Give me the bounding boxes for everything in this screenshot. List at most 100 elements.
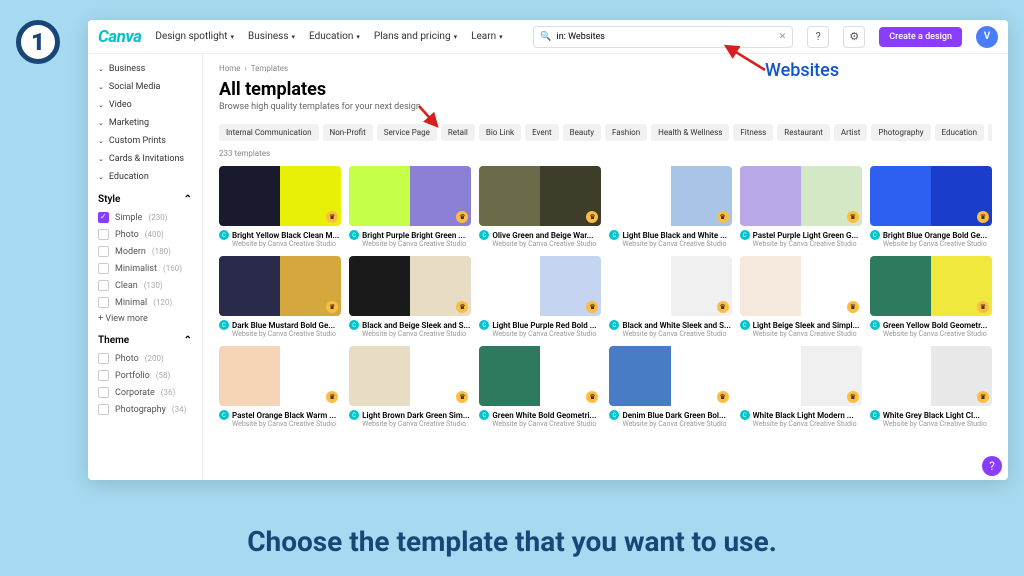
sidebar-category[interactable]: ⌄Business <box>88 60 202 78</box>
template-card[interactable]: ♛CBlack and Beige Sleek and S...Website … <box>349 256 471 338</box>
nav-learn[interactable]: Learn▾ <box>471 31 503 42</box>
filter-chip[interactable]: Non-Profit <box>323 124 373 141</box>
user-avatar[interactable]: V <box>976 26 998 48</box>
template-card[interactable]: ♛CLight Brown Dark Green Sim...Website b… <box>349 346 471 428</box>
template-name: Light Beige Sleek and Simpl... <box>753 321 860 330</box>
template-card[interactable]: ♛CBright Purple Bright Green ...Website … <box>349 166 471 248</box>
sidebar-category[interactable]: ⌄Social Media <box>88 78 202 96</box>
verified-badge-icon: C <box>870 410 880 420</box>
style-section-header[interactable]: Style⌃ <box>88 186 202 209</box>
template-thumbnail: ♛ <box>349 166 471 226</box>
filter-chip[interactable]: Real Estate <box>988 124 992 141</box>
checkbox[interactable] <box>98 263 109 274</box>
template-card[interactable]: ♛CLight Blue Purple Red Bold ...Website … <box>479 256 601 338</box>
sidebar: ⌄Business⌄Social Media⌄Video⌄Marketing⌄C… <box>88 54 203 480</box>
template-card[interactable]: ♛CGreen White Bold Geometri...Website by… <box>479 346 601 428</box>
style-filter[interactable]: Clean (130) <box>88 277 202 294</box>
filter-chip[interactable]: Bio Link <box>479 124 521 141</box>
filter-chip[interactable]: Event <box>525 124 559 141</box>
premium-badge-icon: ♛ <box>847 301 859 313</box>
template-card[interactable]: ♛CBright Blue Orange Bold Ge...Website b… <box>870 166 992 248</box>
help-icon[interactable]: ? <box>807 26 829 48</box>
sidebar-category[interactable]: ⌄Custom Prints <box>88 132 202 150</box>
sidebar-category[interactable]: ⌄Video <box>88 96 202 114</box>
nav-plans[interactable]: Plans and pricing▾ <box>374 31 457 42</box>
template-author: Website by Canva Creative Studio <box>492 330 601 338</box>
template-card[interactable]: ♛CWhite Grey Black Light Cl...Website by… <box>870 346 992 428</box>
checkbox[interactable] <box>98 297 109 308</box>
style-filter[interactable]: Photo (400) <box>88 226 202 243</box>
verified-badge-icon: C <box>479 410 489 420</box>
filter-chip[interactable]: Education <box>935 124 984 141</box>
template-thumbnail: ♛ <box>740 346 862 406</box>
verified-badge-icon: C <box>740 410 750 420</box>
template-card[interactable]: ♛COlive Green and Beige War...Website by… <box>479 166 601 248</box>
template-card[interactable]: ♛CGreen Yellow Bold Geometr...Website by… <box>870 256 992 338</box>
template-card[interactable]: ♛CWhite Black Light Modern ...Website by… <box>740 346 862 428</box>
checkbox[interactable] <box>98 387 109 398</box>
filter-chip[interactable]: Photography <box>871 124 930 141</box>
style-filter[interactable]: Minimal (120) <box>88 294 202 311</box>
sidebar-category[interactable]: ⌄Education <box>88 168 202 186</box>
settings-icon[interactable]: ⚙ <box>843 26 865 48</box>
checkbox[interactable] <box>98 280 109 291</box>
checkbox[interactable] <box>98 353 109 364</box>
checkbox[interactable] <box>98 404 109 415</box>
style-filter[interactable]: Modern (180) <box>88 243 202 260</box>
style-filter[interactable]: Minimalist (160) <box>88 260 202 277</box>
theme-section-header[interactable]: Theme⌃ <box>88 327 202 350</box>
canva-logo[interactable]: Canva <box>98 27 141 47</box>
template-author: Website by Canva Creative Studio <box>753 420 862 428</box>
filter-chip[interactable]: Health & Wellness <box>651 124 729 141</box>
chevron-down-icon: ▾ <box>292 33 296 41</box>
theme-filter[interactable]: Photo (200) <box>88 350 202 367</box>
nav-education[interactable]: Education▾ <box>309 31 360 42</box>
nav-design-spotlight[interactable]: Design spotlight▾ <box>155 31 234 42</box>
template-card[interactable]: ♛CPastel Orange Black Warm ...Website by… <box>219 346 341 428</box>
template-author: Website by Canva Creative Studio <box>753 330 862 338</box>
view-more-button[interactable]: + View more <box>88 311 202 327</box>
filter-chip[interactable]: Fashion <box>605 124 647 141</box>
theme-filter[interactable]: Corporate (36) <box>88 384 202 401</box>
template-author: Website by Canva Creative Studio <box>622 240 731 248</box>
breadcrumb-templates[interactable]: Templates <box>251 64 288 73</box>
create-design-button[interactable]: Create a design <box>879 27 962 47</box>
template-card[interactable]: ♛CDenim Blue Dark Green Bol...Website by… <box>609 346 731 428</box>
filter-chip[interactable]: Beauty <box>563 124 601 141</box>
sidebar-category[interactable]: ⌄Marketing <box>88 114 202 132</box>
template-author: Website by Canva Creative Studio <box>883 330 992 338</box>
filter-chip[interactable]: Retail <box>441 124 475 141</box>
checkbox[interactable] <box>98 246 109 257</box>
template-card[interactable]: ♛CPastel Purple Light Green G...Website … <box>740 166 862 248</box>
help-fab[interactable]: ? <box>982 456 1002 476</box>
template-card[interactable]: ♛CLight Beige Sleek and Simpl...Website … <box>740 256 862 338</box>
filter-chip[interactable]: Fitness <box>733 124 773 141</box>
template-author: Website by Canva Creative Studio <box>883 240 992 248</box>
filter-chip[interactable]: Internal Communication <box>219 124 319 141</box>
template-name: Dark Blue Mustard Bold Ge... <box>232 321 335 330</box>
clear-icon[interactable]: ✕ <box>779 32 787 42</box>
checkbox[interactable] <box>98 212 109 223</box>
template-thumbnail: ♛ <box>349 346 471 406</box>
template-card[interactable]: ♛CDark Blue Mustard Bold Ge...Website by… <box>219 256 341 338</box>
checkbox[interactable] <box>98 370 109 381</box>
template-card[interactable]: ♛CBright Yellow Black Clean M...Website … <box>219 166 341 248</box>
theme-filter[interactable]: Portfolio (58) <box>88 367 202 384</box>
filter-chip[interactable]: Artist <box>834 124 867 141</box>
checkbox[interactable] <box>98 229 109 240</box>
verified-badge-icon: C <box>870 320 880 330</box>
main-content: Home › Templates All templates Browse hi… <box>203 54 1008 480</box>
template-card[interactable]: ♛CLight Blue Black and White ...Website … <box>609 166 731 248</box>
template-name: Green Yellow Bold Geometr... <box>883 321 987 330</box>
sidebar-category[interactable]: ⌄Cards & Invitations <box>88 150 202 168</box>
search-input[interactable] <box>557 32 774 42</box>
chevron-up-icon: ⌃ <box>184 194 192 205</box>
breadcrumb-home[interactable]: Home <box>219 64 241 73</box>
nav-business[interactable]: Business▾ <box>248 31 295 42</box>
template-author: Website by Canva Creative Studio <box>362 240 471 248</box>
template-name: Bright Yellow Black Clean M... <box>232 231 339 240</box>
filter-chip[interactable]: Restaurant <box>777 124 830 141</box>
style-filter[interactable]: Simple (230) <box>88 209 202 226</box>
template-card[interactable]: ♛CBlack and White Sleek and S...Website … <box>609 256 731 338</box>
theme-filter[interactable]: Photography (34) <box>88 401 202 418</box>
